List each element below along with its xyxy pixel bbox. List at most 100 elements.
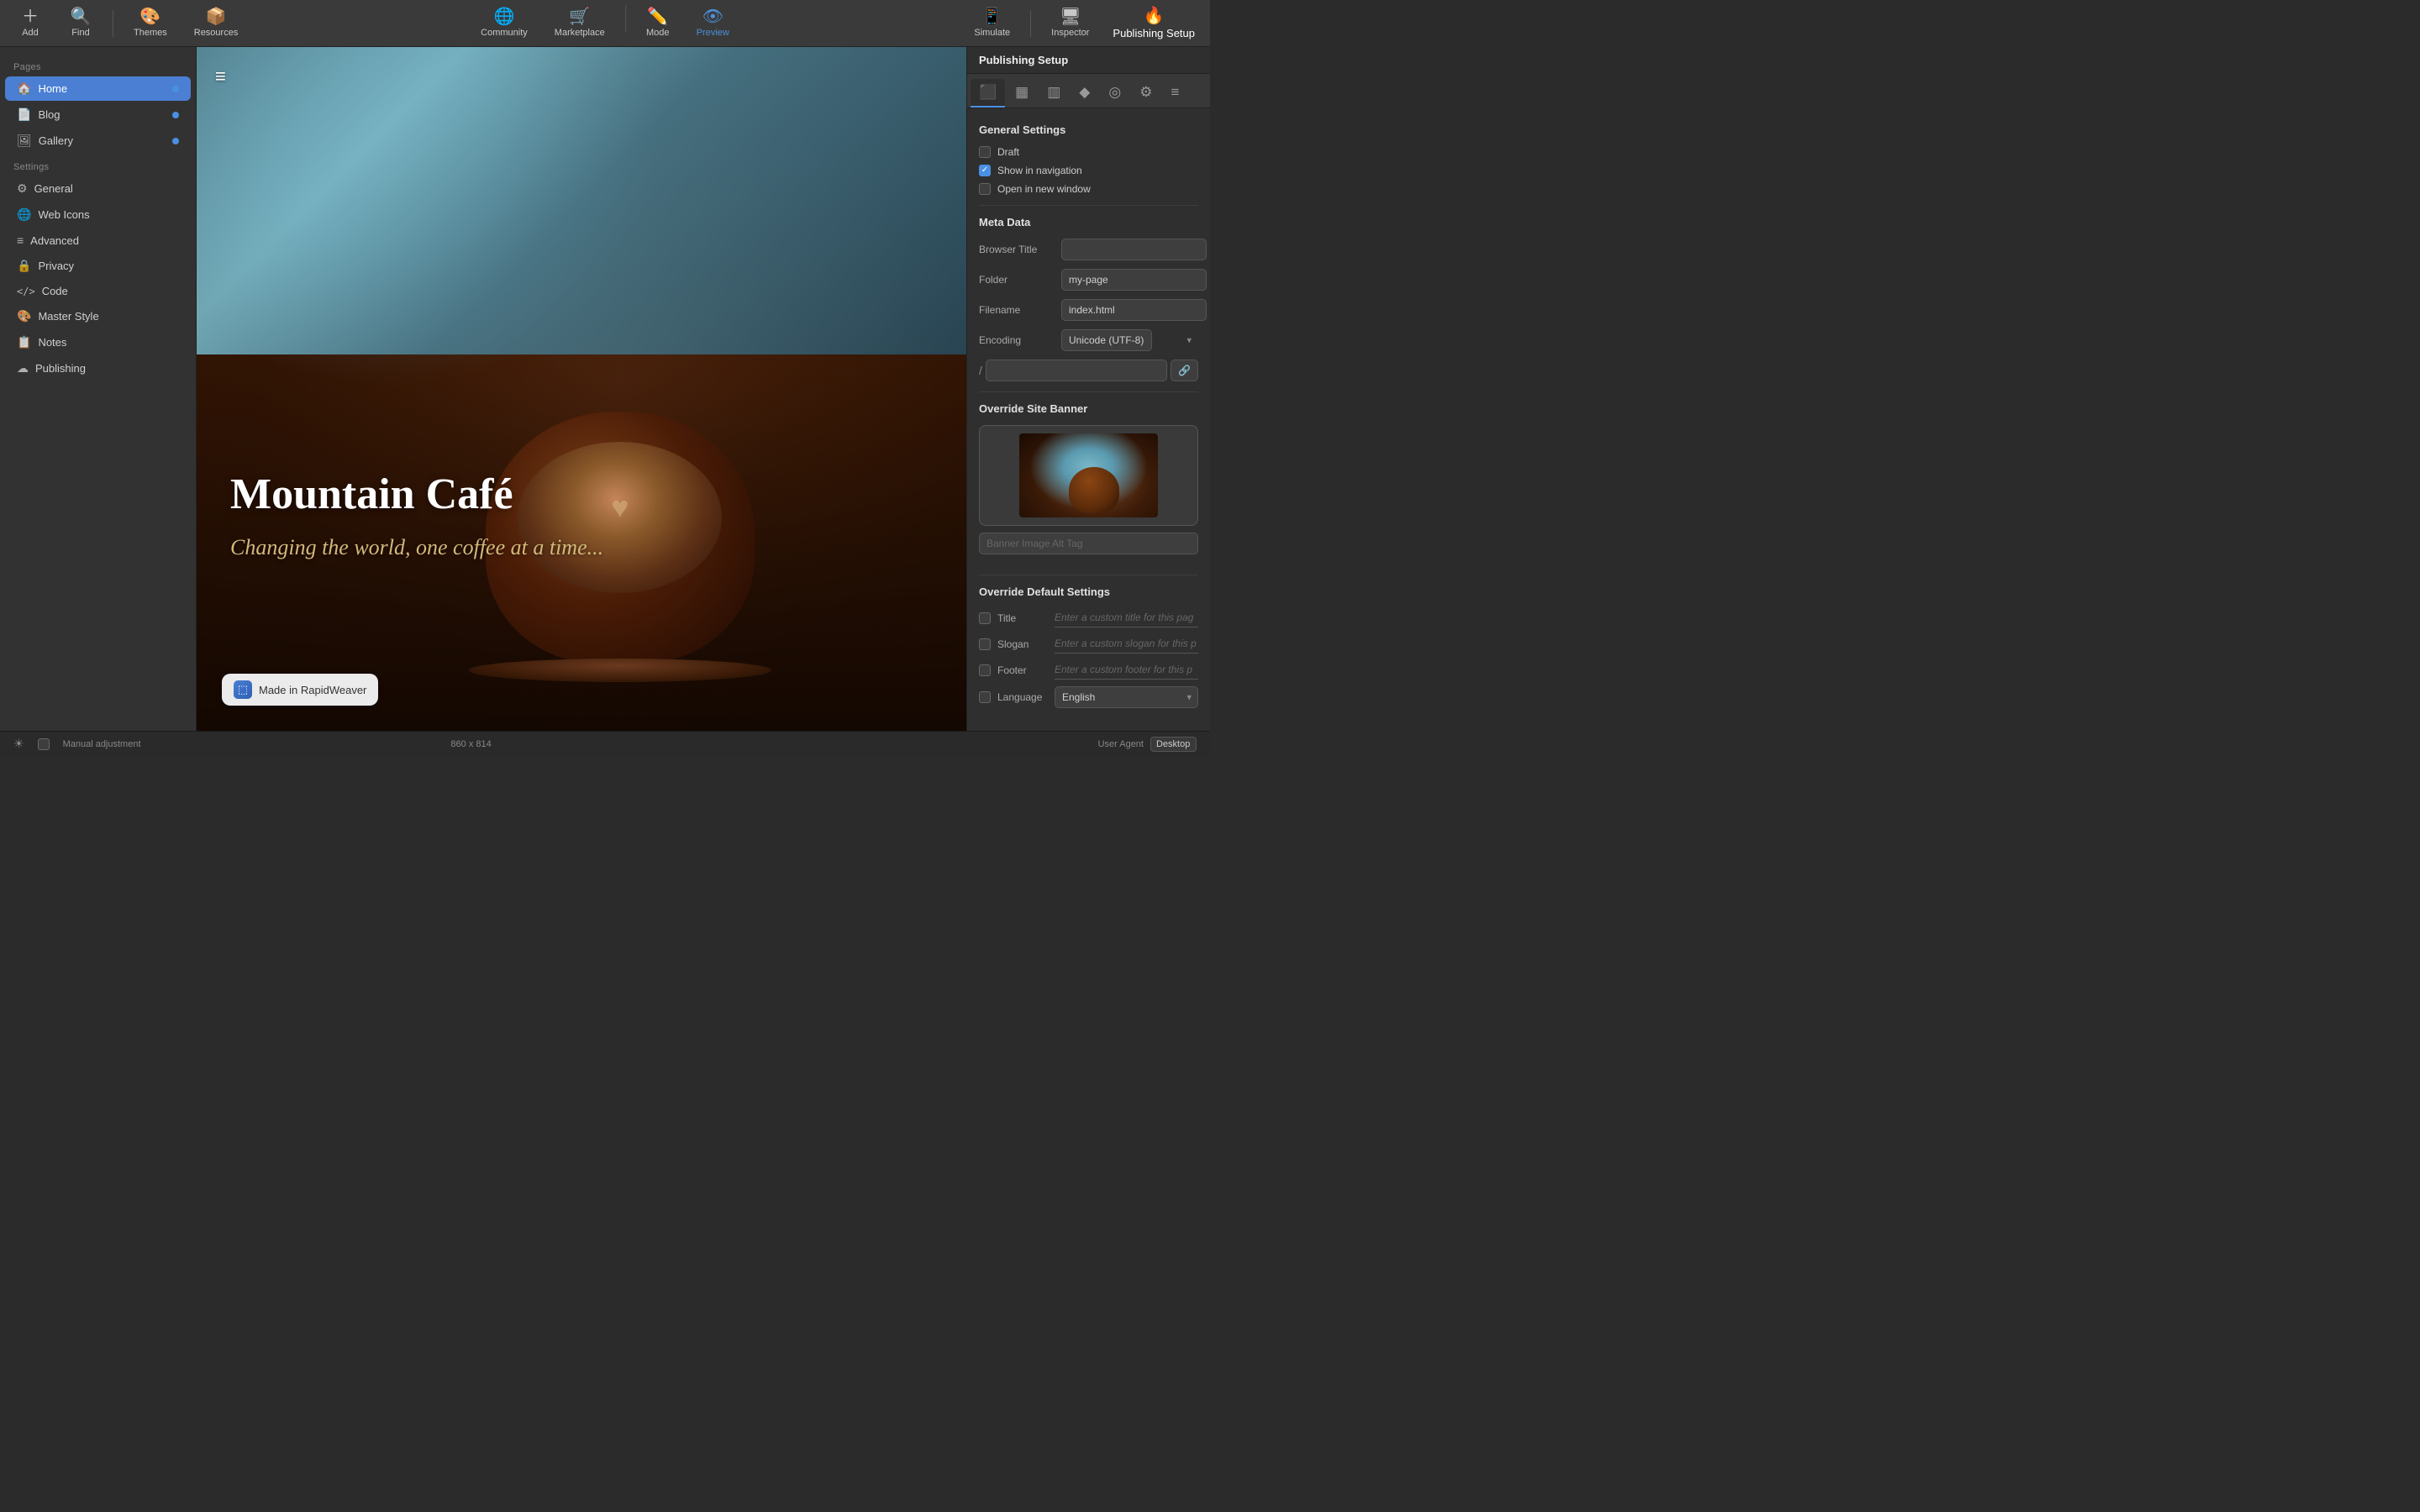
tab-styles[interactable]: ◆ — [1071, 79, 1098, 108]
add-button[interactable]: ＋ Add — [7, 5, 54, 41]
encoding-select[interactable]: Unicode (UTF-8) ISO-8859-1 UTF-16 — [1061, 329, 1152, 351]
manual-adjustment-label: Manual adjustment — [63, 739, 141, 749]
folder-row: Folder — [979, 269, 1198, 291]
marketplace-button[interactable]: 🛒 Marketplace — [543, 5, 617, 41]
add-icon: ＋ — [22, 8, 39, 25]
banner-preview[interactable] — [979, 425, 1198, 526]
community-label: Community — [481, 28, 528, 38]
home-dot — [172, 86, 179, 92]
override-footer-label: Footer — [997, 664, 1048, 676]
sidebar-item-master-style[interactable]: 🎨 Master Style — [5, 304, 191, 328]
override-slogan-label: Slogan — [997, 638, 1048, 650]
url-slash: / — [979, 364, 982, 377]
override-footer-input[interactable] — [1055, 660, 1198, 680]
encoding-row: Encoding Unicode (UTF-8) ISO-8859-1 UTF-… — [979, 329, 1198, 351]
community-icon: 🌐 — [494, 8, 515, 25]
folder-input[interactable] — [1061, 269, 1207, 291]
resources-icon: 📦 — [206, 8, 227, 25]
sidebar-item-advanced[interactable]: ≡ Advanced — [5, 228, 191, 252]
override-site-banner-title: Override Site Banner — [979, 402, 1198, 415]
sidebar-item-home-label: Home — [38, 82, 67, 95]
url-input[interactable] — [986, 360, 1167, 381]
override-language-row: Language English French German Spanish I… — [979, 686, 1198, 708]
status-bar-right: User Agent Desktop Mobile Tablet — [1098, 737, 1197, 752]
title-override-checkbox[interactable] — [979, 612, 991, 624]
tab-more[interactable]: ≡ — [1162, 79, 1187, 108]
preview-button[interactable]: 👁 Preview — [685, 5, 741, 41]
find-icon: 🔍 — [71, 8, 92, 25]
resources-button[interactable]: 📦 Resources — [182, 5, 250, 41]
sidebar-item-code-label: Code — [42, 285, 68, 297]
publishing-setup-button[interactable]: 🔥 Publishing Setup — [1104, 4, 1203, 43]
sidebar-item-gallery-label: Gallery — [39, 134, 73, 147]
tab-pages[interactable]: ⬛ — [971, 79, 1005, 108]
browser-title-row: Browser Title — [979, 239, 1198, 260]
tab-layout[interactable]: ▦ — [1007, 79, 1037, 108]
url-link-button[interactable]: 🔗 — [1171, 360, 1198, 381]
sidebar-item-master-style-label: Master Style — [38, 310, 98, 323]
url-row: / 🔗 — [979, 360, 1198, 381]
sidebar: Pages 🏠 Home 📄 Blog 🖼 Gallery Settings ⚙… — [0, 47, 197, 731]
filename-input[interactable] — [1061, 299, 1207, 321]
toolbar-left-group: ＋ Add 🔍 Find 🎨 Themes 📦 Resources — [7, 5, 250, 41]
right-panel-header: Publishing Setup — [967, 47, 1210, 74]
sidebar-item-web-icons[interactable]: 🌐 Web Icons — [5, 202, 191, 227]
user-agent-select[interactable]: Desktop Mobile Tablet — [1150, 737, 1197, 752]
settings-section-label: Settings — [0, 154, 196, 176]
simulate-icon: 📱 — [981, 8, 1002, 25]
meta-data-title: Meta Data — [979, 216, 1198, 228]
sidebar-item-home[interactable]: 🏠 Home — [5, 76, 191, 101]
banner-alt-tag-input[interactable] — [979, 533, 1198, 554]
filename-row: Filename — [979, 299, 1198, 321]
toolbar-center-group: 🌐 Community 🛒 Marketplace ✏️ Mode 👁 Prev… — [469, 5, 741, 41]
simulate-button[interactable]: 📱 Simulate — [962, 5, 1022, 41]
show-in-nav-row: Show in navigation — [979, 165, 1198, 176]
sidebar-item-gallery[interactable]: 🖼 Gallery — [5, 129, 191, 153]
override-title-input[interactable] — [1055, 608, 1198, 627]
slogan-override-checkbox[interactable] — [979, 638, 991, 650]
home-icon: 🏠 — [17, 81, 31, 96]
sidebar-item-blog[interactable]: 📄 Blog — [5, 102, 191, 127]
language-select[interactable]: English French German Spanish Italian — [1055, 686, 1198, 708]
open-new-window-checkbox[interactable] — [979, 183, 991, 195]
tab-settings2[interactable]: ⚙ — [1131, 79, 1160, 108]
override-slogan-input[interactable] — [1055, 634, 1198, 654]
inspector-button[interactable]: 🖥 Inspector — [1039, 5, 1101, 41]
canvas-title: Mountain Café — [230, 470, 603, 518]
canvas-slogan: Changing the world, one coffee at a time… — [230, 533, 603, 563]
sidebar-item-notes[interactable]: 📋 Notes — [5, 330, 191, 354]
browser-title-input[interactable] — [1061, 239, 1207, 260]
general-settings-title: General Settings — [979, 123, 1198, 136]
footer-override-checkbox[interactable] — [979, 664, 991, 676]
toolbar-right-group: 📱 Simulate 🖥 Inspector 🔥 Publishing Setu… — [962, 4, 1203, 43]
language-override-checkbox[interactable] — [979, 691, 991, 703]
sidebar-item-general[interactable]: ⚙ General — [5, 176, 191, 201]
blog-icon: 📄 — [17, 108, 31, 122]
canvas: ♥ ≡ Mountain Café Changing the world, on… — [197, 47, 966, 731]
find-button[interactable]: 🔍 Find — [57, 5, 104, 41]
code-icon: </> — [17, 286, 35, 297]
simulate-label: Simulate — [974, 28, 1010, 38]
community-button[interactable]: 🌐 Community — [469, 5, 539, 41]
sidebar-item-general-label: General — [34, 182, 73, 195]
gallery-icon: 🖼 — [17, 134, 32, 148]
draft-checkbox[interactable] — [979, 146, 991, 158]
encoding-label: Encoding — [979, 334, 1055, 346]
mode-button[interactable]: ✏️ Mode — [634, 5, 681, 41]
sidebar-item-code[interactable]: </> Code — [5, 280, 191, 302]
hamburger-menu[interactable]: ≡ — [215, 66, 226, 87]
sidebar-item-privacy-label: Privacy — [38, 260, 74, 272]
sidebar-item-privacy[interactable]: 🔒 Privacy — [5, 254, 191, 278]
tab-meta[interactable]: ◎ — [1100, 79, 1129, 108]
language-select-wrapper: English French German Spanish Italian — [1055, 686, 1198, 708]
badge-label: Made in RapidWeaver — [259, 684, 366, 696]
pages-section-label: Pages — [0, 54, 196, 76]
manual-adjustment-checkbox[interactable] — [38, 738, 50, 750]
tab-columns[interactable]: ▥ — [1039, 79, 1069, 108]
show-in-nav-checkbox[interactable] — [979, 165, 991, 176]
divider-1 — [979, 205, 1198, 206]
canvas-background: ♥ — [197, 47, 966, 731]
mode-icon: ✏️ — [647, 8, 668, 25]
sidebar-item-publishing[interactable]: ☁ Publishing — [5, 356, 191, 381]
themes-button[interactable]: 🎨 Themes — [122, 5, 179, 41]
